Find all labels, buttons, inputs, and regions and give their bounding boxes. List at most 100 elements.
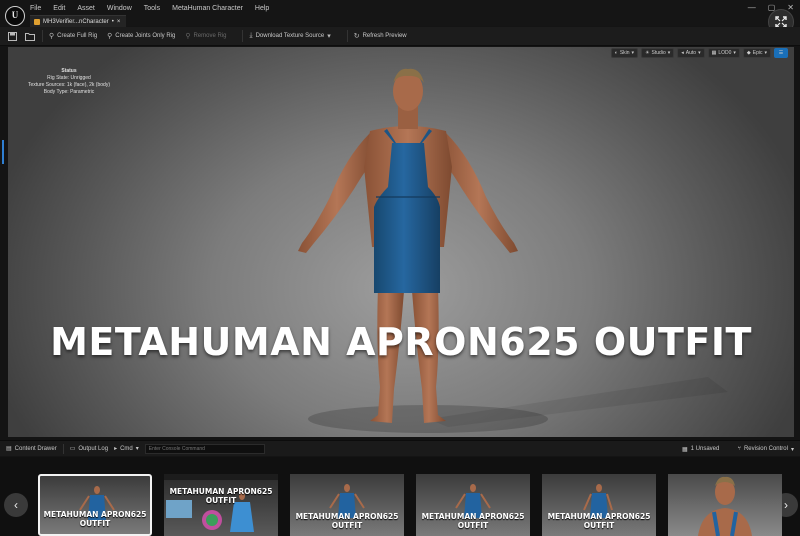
status-panel: Status Rig State: Unrigged Texture Sourc… bbox=[24, 68, 114, 96]
chevron-down-icon: ▾ bbox=[327, 33, 331, 40]
studio-label: Studio bbox=[651, 50, 666, 56]
refresh-preview-button[interactable]: ↻ Refresh Preview bbox=[354, 32, 407, 40]
output-log-icon: ▭ bbox=[69, 446, 76, 452]
thumbnail-caption: METAHUMAN APRON625 OUTFIT bbox=[295, 512, 399, 530]
skin-label: Skin bbox=[619, 50, 630, 56]
status-title: Status bbox=[61, 68, 77, 74]
thumbnail-caption: METAHUMAN APRON625 OUTFIT bbox=[43, 510, 147, 528]
remove-rig-label: Remove Rig bbox=[193, 33, 227, 39]
viewport-controls: ◐ Skin ▾ ☀ Studio ▾ ◂ Auto ▾ ▦ LOD0 ▾ ◆ Epic ▾ ☰ bbox=[610, 48, 788, 58]
menu-edit[interactable]: Edit bbox=[53, 5, 71, 12]
asset-tab[interactable]: MH3Verifier...nCharacter • × bbox=[30, 15, 127, 27]
joints-icon: ⚲ bbox=[107, 33, 113, 40]
quality-icon: ◆ bbox=[746, 50, 751, 56]
texture-sources: Texture Sources: 1k (face), 2k (body) bbox=[28, 82, 110, 88]
create-full-rig-label: Create Full Rig bbox=[57, 33, 98, 39]
thumbnail-caption: METAHUMAN APRON625 OUTFIT bbox=[169, 487, 273, 505]
toolbar: ⚲ Create Full Rig ⚲ Create Joints Only R… bbox=[0, 27, 800, 46]
chevron-down-icon: ▾ bbox=[631, 50, 635, 56]
preview-viewport[interactable]: ◐ Skin ▾ ☀ Studio ▾ ◂ Auto ▾ ▦ LOD0 ▾ ◆ Epic ▾ ☰ S… bbox=[8, 47, 794, 437]
toolbar-separator bbox=[346, 30, 348, 42]
unsaved-button[interactable]: ▦ 1 Unsaved bbox=[682, 446, 719, 453]
minimize-button[interactable]: — bbox=[748, 3, 756, 12]
thumbnail-strip: ‹ › METAHUMAN APRON625 OUTFIT METAHUMAN … bbox=[0, 457, 800, 536]
revision-control-button[interactable]: ⑂ Revision Control ▾ bbox=[737, 446, 794, 453]
download-icon: ⤓ bbox=[249, 32, 253, 39]
chevron-down-icon: ▾ bbox=[698, 50, 701, 56]
unreal-logo-icon[interactable]: U bbox=[5, 6, 25, 26]
thumbnail-closeup-figure bbox=[698, 476, 752, 536]
thumbnail-1[interactable]: METAHUMAN APRON625 OUTFIT bbox=[38, 474, 152, 536]
metahuman-character-preview bbox=[298, 68, 728, 433]
thumbnail-6[interactable] bbox=[668, 474, 782, 536]
thumbnail-2[interactable]: METAHUMAN APRON625 OUTFIT bbox=[164, 474, 278, 536]
playback-icon: ◂ bbox=[681, 50, 684, 56]
terminal-icon: ▸ bbox=[114, 446, 118, 452]
download-texture-source-button[interactable]: ⤓ Download Texture Source ▾ bbox=[249, 32, 330, 40]
skin-dropdown[interactable]: ◐ Skin ▾ bbox=[610, 48, 639, 58]
menu-help[interactable]: Help bbox=[255, 5, 275, 12]
auto-dropdown[interactable]: ◂ Auto ▾ bbox=[677, 48, 705, 58]
content-drawer-button[interactable]: ▤ Content Drawer bbox=[6, 445, 57, 453]
revision-control-label: Revision Control bbox=[743, 446, 788, 452]
thumbnail-5[interactable]: METAHUMAN APRON625 OUTFIT bbox=[542, 474, 656, 536]
bottombar-right: ▦ 1 Unsaved ⑂ Revision Control ▾ bbox=[676, 441, 794, 457]
create-joints-only-rig-button[interactable]: ⚲ Create Joints Only Rig bbox=[107, 32, 175, 40]
overlay-title: METAHUMAN APRON625 OUTFIT bbox=[50, 320, 752, 364]
rig-icon: ⚲ bbox=[49, 33, 55, 40]
tab-close-icon[interactable]: × bbox=[117, 19, 121, 25]
menu-tools[interactable]: Tools bbox=[144, 5, 166, 12]
lod-label: LOD0 bbox=[718, 50, 732, 56]
revision-control-icon: ⑂ bbox=[737, 446, 741, 452]
viewport-side-indicator bbox=[2, 140, 4, 164]
thumbnail-caption: METAHUMAN APRON625 OUTFIT bbox=[547, 512, 651, 530]
content-drawer-label: Content Drawer bbox=[14, 445, 57, 452]
tab-label: MH3Verifier...nCharacter bbox=[43, 18, 109, 25]
remove-rig-button[interactable]: ⚲ Remove Rig bbox=[185, 32, 226, 40]
quality-dropdown[interactable]: ◆ Epic ▾ bbox=[742, 48, 771, 58]
unsaved-label: 1 Unsaved bbox=[690, 446, 720, 452]
output-log-button[interactable]: ▭ Output Log bbox=[69, 445, 108, 453]
bottombar-separator bbox=[62, 443, 64, 454]
toolbar-separator bbox=[42, 30, 43, 42]
chevron-down-icon: ▾ bbox=[790, 446, 794, 453]
refresh-icon: ↻ bbox=[353, 33, 360, 40]
unsaved-icon: ▦ bbox=[681, 446, 688, 453]
title-bar: U File Edit Asset Window Tools MetaHuman… bbox=[0, 0, 800, 27]
save-icon[interactable] bbox=[6, 30, 18, 42]
thumbnail-3[interactable]: METAHUMAN APRON625 OUTFIT bbox=[290, 474, 404, 536]
cmd-dropdown[interactable]: ▸ Cmd ▾ bbox=[114, 445, 139, 453]
menu-file[interactable]: File bbox=[30, 5, 47, 12]
content-drawer-icon: ▤ bbox=[6, 446, 12, 452]
menu-window[interactable]: Window bbox=[107, 5, 138, 12]
cmd-label: Cmd bbox=[120, 445, 133, 452]
lod-dropdown[interactable]: ▦ LOD0 ▾ bbox=[707, 48, 740, 58]
chevron-right-icon: › bbox=[784, 498, 788, 512]
prev-thumbnail-button[interactable]: ‹ bbox=[4, 493, 28, 517]
chevron-down-icon: ▾ bbox=[733, 50, 736, 56]
hamburger-icon: ☰ bbox=[778, 50, 784, 56]
studio-dropdown[interactable]: ☀ Studio ▾ bbox=[641, 48, 675, 58]
auto-label: Auto bbox=[685, 50, 697, 56]
create-full-rig-button[interactable]: ⚲ Create Full Rig bbox=[49, 32, 97, 40]
lighting-icon: ☀ bbox=[645, 50, 650, 56]
viewport-settings-button[interactable]: ☰ bbox=[774, 48, 788, 58]
create-joints-only-rig-label: Create Joints Only Rig bbox=[115, 33, 176, 39]
browse-asset-icon[interactable] bbox=[24, 30, 36, 42]
menu-asset[interactable]: Asset bbox=[77, 5, 101, 12]
main-menu: File Edit Asset Window Tools MetaHuman C… bbox=[30, 5, 275, 12]
tab-modified-indicator: • bbox=[111, 18, 114, 25]
body-type: Body Type: Parametric bbox=[43, 89, 95, 95]
thumbnail-editor-panels bbox=[166, 492, 254, 532]
menu-metahuman-character[interactable]: MetaHuman Character bbox=[172, 5, 249, 12]
thumbnail-caption: METAHUMAN APRON625 OUTFIT bbox=[421, 512, 525, 530]
toolbar-separator bbox=[242, 30, 244, 42]
quality-label: Epic bbox=[752, 50, 763, 56]
remove-rig-icon: ⚲ bbox=[185, 33, 191, 40]
viewport-topbar: ◐ Skin ▾ ☀ Studio ▾ ◂ Auto ▾ ▦ LOD0 ▾ ◆ Epic ▾ ☰ bbox=[8, 47, 794, 59]
chevron-left-icon: ‹ bbox=[14, 498, 18, 512]
console-command-input[interactable] bbox=[144, 443, 265, 454]
skin-icon: ◐ bbox=[614, 50, 618, 56]
character-asset-icon bbox=[34, 18, 40, 25]
thumbnail-4[interactable]: METAHUMAN APRON625 OUTFIT bbox=[416, 474, 530, 536]
